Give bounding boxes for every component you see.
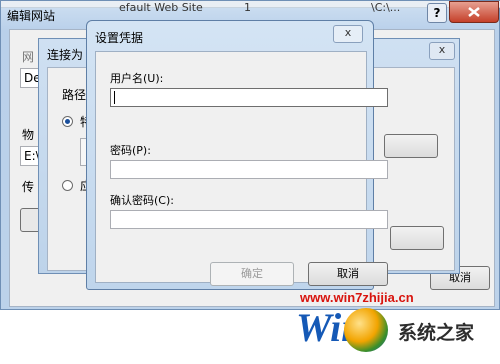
cancel-button[interactable]: 取消 xyxy=(308,262,388,286)
username-input[interactable] xyxy=(110,88,388,107)
windows-logo-icon xyxy=(344,308,388,352)
confirm-password-input[interactable] xyxy=(110,210,388,229)
pass-through-label: 传 xyxy=(22,180,35,194)
password-label: 密码(P): xyxy=(110,144,151,157)
dialog-close-button[interactable]: x xyxy=(333,25,363,43)
watermark-url: www.win7zhijia.cn xyxy=(300,290,414,305)
ok-label: 确定 xyxy=(241,267,263,280)
connect-as-title: 连接为 xyxy=(47,48,84,62)
application-user-radio[interactable] xyxy=(62,180,73,191)
top-strip: efault Web Site 1 \C:\... xyxy=(1,1,500,14)
truncated-column-text: \C:\... xyxy=(371,1,401,14)
help-button[interactable]: ? xyxy=(427,3,447,23)
set-credentials-dialog: 设置凭据 x 用户名(U): 密码(P): 确认密码(C): 确定 取消 xyxy=(86,20,388,290)
close-icon xyxy=(468,7,480,17)
truncated-column-text: 1 xyxy=(244,1,251,14)
close-button[interactable] xyxy=(449,1,499,23)
close-icon: x xyxy=(344,26,352,39)
dialog-title: 设置凭据 xyxy=(95,31,144,45)
edit-site-title: 编辑网站 xyxy=(7,9,56,23)
specific-user-radio[interactable] xyxy=(62,116,73,127)
site-name-label: 网 xyxy=(22,50,35,64)
cancel-label: 取消 xyxy=(337,267,359,280)
connect-as-cancel-button[interactable] xyxy=(390,226,444,250)
path-label: 路径 xyxy=(62,88,87,102)
password-input[interactable] xyxy=(110,160,388,179)
set-button[interactable] xyxy=(384,134,438,158)
text-caret xyxy=(114,91,115,104)
connect-as-close-button[interactable]: x xyxy=(429,42,455,60)
dialog-body: 用户名(U): 密码(P): 确认密码(C): 确定 取消 xyxy=(95,51,388,286)
watermark-site-name: 系统之家 xyxy=(398,322,475,344)
ok-button[interactable]: 确定 xyxy=(210,262,294,286)
confirm-password-label: 确认密码(C): xyxy=(110,194,174,207)
truncated-column-text: efault Web Site xyxy=(119,1,203,14)
username-label: 用户名(U): xyxy=(110,72,164,85)
close-icon: x xyxy=(438,43,446,56)
physical-path-label: 物 xyxy=(22,128,35,142)
